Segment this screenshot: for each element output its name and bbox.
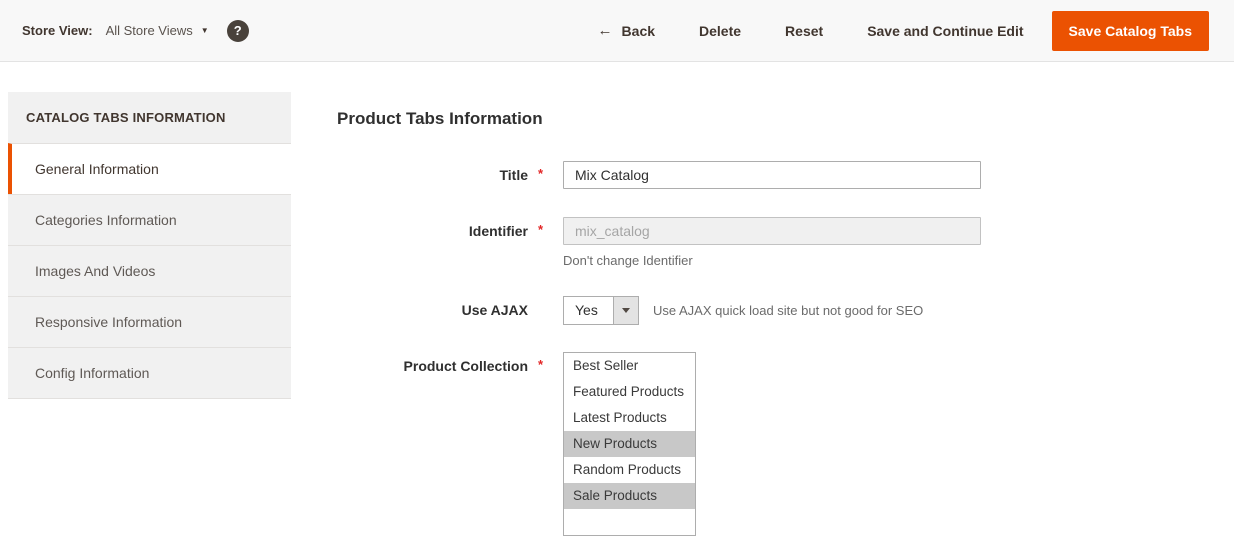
sidebar-item-responsive-information[interactable]: Responsive Information <box>8 296 291 347</box>
option-latest-products[interactable]: Latest Products <box>564 405 695 431</box>
use-ajax-label: Use AJAX <box>337 296 548 324</box>
delete-button[interactable]: Delete <box>699 23 741 39</box>
reset-button[interactable]: Reset <box>785 23 823 39</box>
use-ajax-selected-value: Yes <box>564 297 613 324</box>
sidebar-header: CATALOG TABS INFORMATION <box>8 92 291 143</box>
title-label: Title * <box>337 161 548 189</box>
field-row-title: Title * <box>337 161 981 189</box>
store-view-dropdown[interactable]: All Store Views ▼ <box>106 23 209 38</box>
use-ajax-note: Use AJAX quick load site but not good fo… <box>653 296 923 325</box>
option-empty <box>564 509 695 535</box>
identifier-note: Don't change Identifier <box>563 253 981 268</box>
field-row-use-ajax: Use AJAX Yes Use AJAX quick load site bu… <box>337 296 923 325</box>
product-collection-listbox[interactable]: Best Seller Featured Products Latest Pro… <box>563 352 696 536</box>
sidebar-item-general-information[interactable]: General Information <box>8 143 291 194</box>
identifier-input <box>563 217 981 245</box>
store-view-switcher: Store View: All Store Views ▼ ? <box>22 20 249 42</box>
back-button[interactable]: ← Back <box>598 22 655 39</box>
option-sale-products[interactable]: Sale Products <box>564 483 695 509</box>
back-arrow-icon: ← <box>598 22 613 39</box>
save-catalog-tabs-button[interactable]: Save Catalog Tabs <box>1052 11 1209 51</box>
option-featured-products[interactable]: Featured Products <box>564 379 695 405</box>
sidebar: CATALOG TABS INFORMATION General Informa… <box>8 92 291 399</box>
product-collection-label: Product Collection * <box>337 352 548 380</box>
sidebar-item-config-information[interactable]: Config Information <box>8 347 291 398</box>
back-button-label: Back <box>622 23 655 39</box>
toolbar-actions: ← Back Delete Reset Save and Continue Ed… <box>598 11 1209 51</box>
field-row-identifier: Identifier * Don't change Identifier <box>337 217 981 268</box>
option-new-products[interactable]: New Products <box>564 431 695 457</box>
page-title: Product Tabs Information <box>337 109 543 129</box>
required-asterisk: * <box>533 222 548 241</box>
sidebar-item-images-and-videos[interactable]: Images And Videos <box>8 245 291 296</box>
identifier-label: Identifier * <box>337 217 548 245</box>
option-random-products[interactable]: Random Products <box>564 457 695 483</box>
sidebar-item-categories-information[interactable]: Categories Information <box>8 194 291 245</box>
option-best-seller[interactable]: Best Seller <box>564 353 695 379</box>
save-and-continue-button[interactable]: Save and Continue Edit <box>867 23 1023 39</box>
required-asterisk: * <box>533 166 548 185</box>
field-row-product-collection: Product Collection * Best Seller Feature… <box>337 352 696 536</box>
store-view-label: Store View: <box>22 23 93 38</box>
help-icon[interactable]: ? <box>227 20 249 42</box>
top-toolbar: Store View: All Store Views ▼ ? ← Back D… <box>0 0 1234 62</box>
caret-down-icon: ▼ <box>201 26 209 35</box>
store-view-current: All Store Views <box>106 23 193 38</box>
title-input[interactable] <box>563 161 981 189</box>
required-asterisk: * <box>533 357 548 376</box>
select-arrow-icon <box>613 297 638 324</box>
use-ajax-select[interactable]: Yes <box>563 296 639 325</box>
